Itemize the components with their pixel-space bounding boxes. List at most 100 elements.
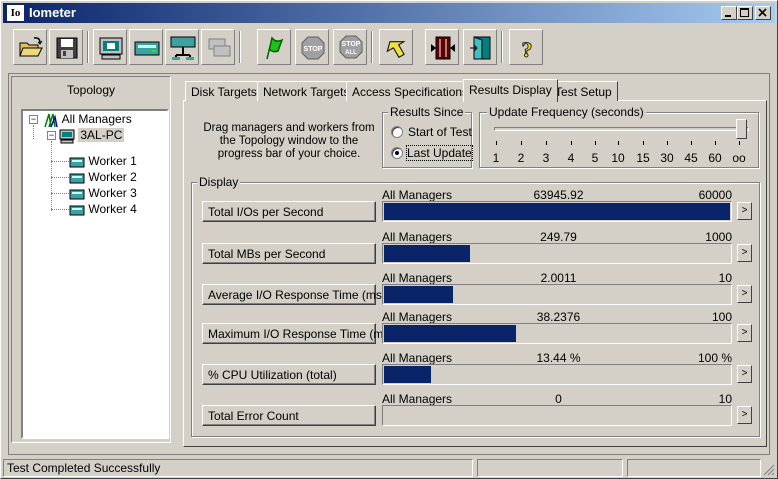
- open-button[interactable]: [13, 29, 47, 65]
- tree-item-worker-2[interactable]: Worker 2: [69, 169, 137, 185]
- metric-select-button[interactable]: >: [737, 324, 752, 342]
- tab-network-targets[interactable]: Network Targets: [257, 81, 356, 101]
- close-button[interactable]: [755, 6, 771, 20]
- exit-button[interactable]: [463, 29, 497, 65]
- worker-config-icon: [431, 36, 455, 60]
- disk-worker-icon: [69, 189, 85, 200]
- result-bar-fill: [384, 203, 730, 220]
- metric-button[interactable]: Total I/Os per Second: [202, 201, 376, 222]
- tree-collapse-toggle[interactable]: −: [29, 115, 38, 124]
- result-bar[interactable]: [382, 284, 732, 305]
- title-bar[interactable]: Io Iometer: [3, 3, 775, 23]
- tree-line: [51, 177, 69, 178]
- save-icon: [56, 37, 78, 59]
- result-bar[interactable]: [382, 323, 732, 344]
- topology-title: Topology: [66, 83, 116, 97]
- row-value: 13.44 %: [536, 351, 581, 365]
- row-value: 63945.92: [533, 188, 584, 202]
- slider-tick: [739, 141, 740, 145]
- disconnect-button[interactable]: [201, 29, 235, 65]
- result-bar[interactable]: [382, 243, 732, 264]
- exit-door-icon: [470, 36, 491, 60]
- tree-item-worker-1[interactable]: Worker 1: [69, 153, 137, 169]
- radio-last-update-label[interactable]: Last Update: [406, 145, 473, 161]
- radio-start-of-test[interactable]: [391, 126, 403, 138]
- metric-select-button[interactable]: >: [737, 406, 752, 424]
- toolbar-separator: [501, 31, 503, 63]
- row-value: 0: [555, 392, 562, 406]
- tab-access-specifications[interactable]: Access Specifications: [346, 81, 475, 101]
- row-max: 10: [718, 392, 732, 406]
- tree-item-label: Worker 3: [88, 186, 137, 200]
- tree-item-worker-4[interactable]: Worker 4: [69, 201, 137, 217]
- minimize-button[interactable]: [721, 6, 737, 20]
- help-button[interactable]: ?: [509, 29, 543, 65]
- tab-results-display[interactable]: Results Display: [463, 79, 558, 102]
- metric-button[interactable]: % CPU Utilization (total): [202, 364, 376, 385]
- metric-select-button[interactable]: >: [737, 202, 752, 220]
- worker-config-button[interactable]: [425, 29, 459, 65]
- metric-button[interactable]: Maximum I/O Response Time (ms): [202, 323, 393, 344]
- stop-icon: STOP: [301, 36, 325, 60]
- metric-select-button[interactable]: >: [737, 244, 752, 262]
- new-disk-worker-icon: [99, 37, 123, 60]
- slider-tick: [595, 141, 596, 145]
- slider-tick: [521, 141, 522, 145]
- metric-button[interactable]: Total Error Count: [202, 405, 376, 426]
- stop-all-button[interactable]: STOP ALL: [333, 29, 367, 65]
- all-managers-icon: [44, 113, 58, 128]
- row-source-label: All Managers: [382, 351, 453, 365]
- tree-collapse-toggle[interactable]: −: [47, 131, 56, 140]
- tree-item-label: Worker 2: [88, 170, 137, 184]
- duplicate-worker-button[interactable]: [165, 29, 199, 65]
- update-frequency-slider-track[interactable]: [494, 127, 749, 131]
- help-question-icon: ?: [521, 37, 533, 61]
- new-network-worker-button[interactable]: [129, 29, 163, 65]
- new-disk-worker-button[interactable]: [93, 29, 127, 65]
- stop-button[interactable]: STOP: [295, 29, 329, 65]
- result-bar[interactable]: [382, 364, 732, 385]
- start-button[interactable]: [257, 29, 291, 65]
- tree-line: [51, 161, 69, 162]
- toolbar: STOP STOP ALL ?: [3, 25, 775, 71]
- row-value: 38.2376: [536, 310, 581, 324]
- metric-select-button[interactable]: >: [737, 365, 752, 383]
- display-label: Display: [197, 175, 241, 189]
- disk-worker-icon: [69, 205, 85, 216]
- result-bar[interactable]: [382, 405, 732, 426]
- topology-panel: Topology − All Managers − 3AL-PC Worker …: [11, 76, 171, 443]
- update-frequency-slider-thumb[interactable]: [736, 119, 747, 139]
- tab-test-setup[interactable]: Test Setup: [549, 81, 618, 101]
- tree-item-label: Worker 1: [88, 154, 137, 168]
- tree-item-label: All Managers: [61, 112, 132, 126]
- svg-text:ALL: ALL: [345, 50, 357, 56]
- metric-select-button[interactable]: >: [737, 285, 752, 303]
- reset-workers-button[interactable]: [379, 29, 413, 65]
- maximize-button[interactable]: [737, 6, 753, 20]
- minimize-icon: [725, 15, 731, 17]
- reset-arrow-icon: [386, 41, 406, 58]
- row-max: 60000: [698, 188, 732, 202]
- result-bar-fill: [384, 366, 431, 383]
- resize-grip-icon[interactable]: [763, 464, 775, 476]
- duplicate-worker-icon: [170, 36, 196, 60]
- topology-tree[interactable]: − All Managers − 3AL-PC Worker 1 Worker …: [21, 109, 169, 439]
- tree-line: [51, 193, 69, 194]
- tree-item-label: Worker 4: [88, 202, 137, 216]
- tree-item-manager[interactable]: 3AL-PC: [59, 127, 125, 144]
- result-bar[interactable]: [382, 201, 732, 222]
- tree-item-all-managers[interactable]: All Managers: [43, 111, 132, 128]
- slider-tick: [496, 141, 497, 145]
- metric-button[interactable]: Total MBs per Second: [202, 243, 376, 264]
- tree-item-worker-3[interactable]: Worker 3: [69, 185, 137, 201]
- radio-start-of-test-label[interactable]: Start of Test: [408, 125, 472, 139]
- tree-line: [51, 141, 52, 211]
- tree-line: [33, 125, 34, 139]
- close-icon: [758, 8, 767, 17]
- stop-all-icon: STOP ALL: [339, 35, 363, 59]
- save-button[interactable]: [49, 29, 83, 65]
- metric-button[interactable]: Average I/O Response Time (ms): [202, 284, 386, 305]
- tab-disk-targets[interactable]: Disk Targets: [185, 81, 263, 101]
- svg-text:STOP: STOP: [304, 46, 323, 53]
- radio-last-update[interactable]: [391, 147, 403, 159]
